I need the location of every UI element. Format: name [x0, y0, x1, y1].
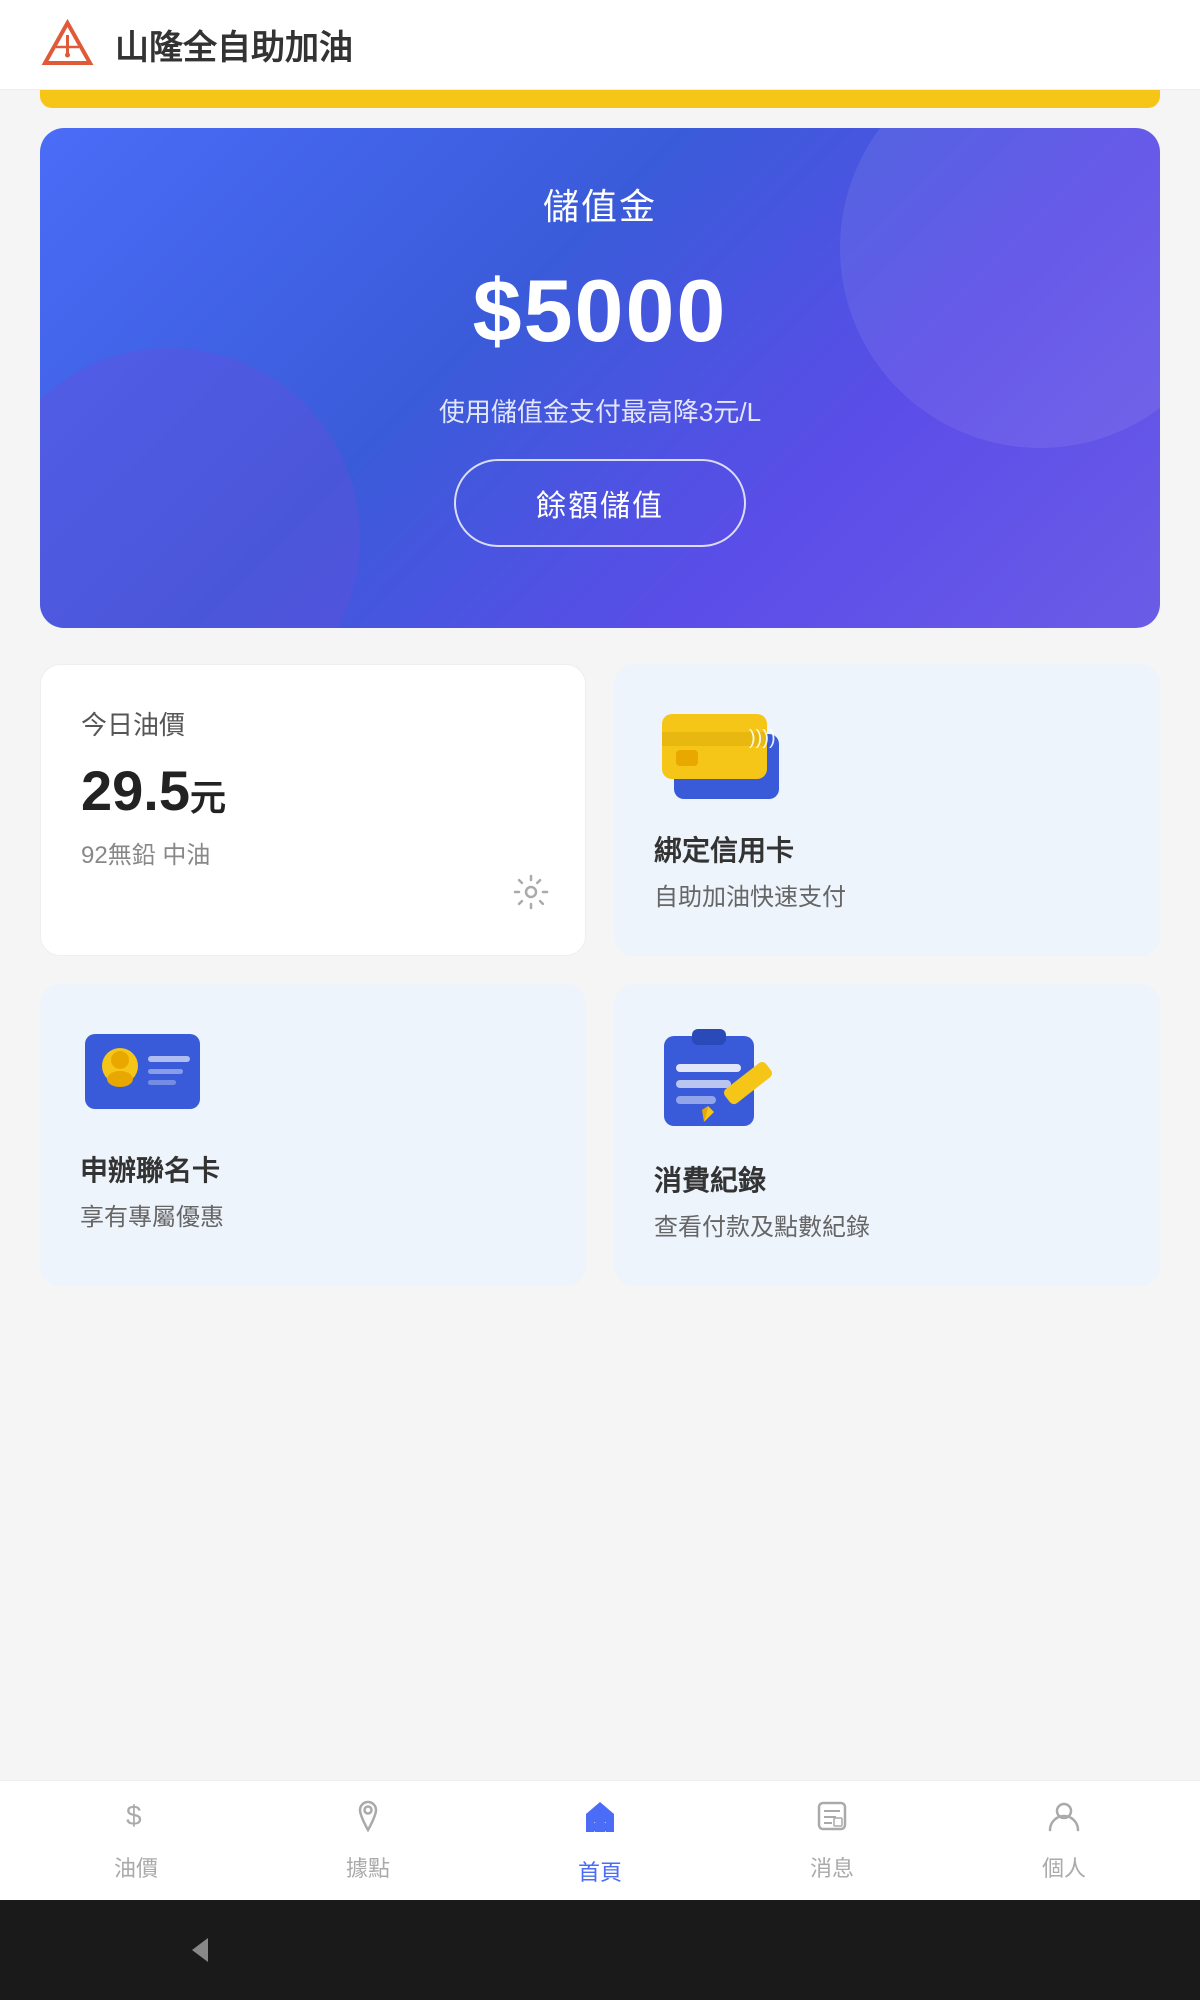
balance-amount: $5000 — [473, 260, 728, 362]
nav-label-oil-price: 油價 — [114, 1851, 158, 1883]
svg-text:$: $ — [126, 1800, 142, 1831]
yellow-accent-strip — [40, 90, 1160, 108]
member-card-icon — [80, 1024, 546, 1129]
credit-card-icon: )))) — [654, 704, 1120, 809]
nav-label-profile: 個人 — [1042, 1851, 1086, 1883]
balance-note: 使用儲值金支付最高降3元/L — [439, 392, 761, 429]
records-icon — [654, 1024, 1120, 1139]
person-icon — [1046, 1798, 1082, 1843]
nav-label-home: 首頁 — [578, 1855, 622, 1887]
bottom-navigation: $ 油價 據點 首頁 — [0, 1780, 1200, 1900]
oil-price-card[interactable]: 今日油價 29.5元 92無鉛 中油 — [40, 664, 586, 956]
home-icon — [578, 1794, 622, 1847]
balance-card: 儲值金 $5000 使用儲值金支付最高降3元/L 餘額儲值 — [40, 128, 1160, 628]
app-title: 山隆全自助加油 — [115, 20, 353, 69]
records-title: 消費紀錄 — [654, 1159, 1120, 1199]
location-icon — [350, 1798, 386, 1843]
oil-price-label: 今日油價 — [81, 705, 545, 742]
nav-item-location[interactable]: 據點 — [252, 1798, 484, 1883]
nav-item-home[interactable]: 首頁 — [484, 1794, 716, 1887]
android-navigation-bar — [0, 1900, 1200, 2000]
nav-item-profile[interactable]: 個人 — [948, 1798, 1180, 1883]
member-card-subtitle: 享有專屬優惠 — [80, 1197, 546, 1232]
main-content: 儲值金 $5000 使用儲值金支付最高降3元/L 餘額儲值 今日油價 29.5元… — [0, 108, 1200, 1286]
android-back-button[interactable] — [175, 1925, 225, 1975]
member-card-title: 申辦聯名卡 — [80, 1149, 546, 1189]
android-home-button[interactable] — [575, 1925, 625, 1975]
app-logo-icon — [40, 17, 95, 72]
feature-grid: 今日油價 29.5元 92無鉛 中油 — [40, 664, 1160, 1286]
nav-item-news[interactable]: 消息 — [716, 1798, 948, 1883]
member-card-feature[interactable]: 申辦聯名卡 享有專屬優惠 — [40, 984, 586, 1286]
credit-card-subtitle: 自助加油快速支付 — [654, 877, 1120, 912]
balance-label: 儲值金 — [543, 178, 657, 230]
app-header: 山隆全自助加油 — [0, 0, 1200, 90]
records-subtitle: 查看付款及點數紀錄 — [654, 1207, 1120, 1242]
nav-label-location: 據點 — [346, 1851, 390, 1883]
records-feature[interactable]: 消費紀錄 查看付款及點數紀錄 — [614, 984, 1160, 1286]
android-recents-button[interactable] — [975, 1925, 1025, 1975]
oil-price-sub: 92無鉛 中油 — [81, 835, 545, 870]
oil-price-value: 29.5元 — [81, 758, 545, 823]
svg-text:)))): )))) — [749, 727, 776, 749]
nav-item-oil-price[interactable]: $ 油價 — [20, 1798, 252, 1883]
topup-button[interactable]: 餘額儲值 — [454, 459, 746, 547]
news-icon — [814, 1798, 850, 1843]
credit-card-title: 綁定信用卡 — [654, 829, 1120, 869]
nav-label-news: 消息 — [810, 1851, 854, 1883]
credit-card-feature[interactable]: )))) 綁定信用卡 自助加油快速支付 — [614, 664, 1160, 956]
dollar-icon: $ — [118, 1798, 154, 1843]
oil-price-unit: 元 — [190, 777, 226, 818]
settings-icon[interactable] — [513, 874, 549, 915]
